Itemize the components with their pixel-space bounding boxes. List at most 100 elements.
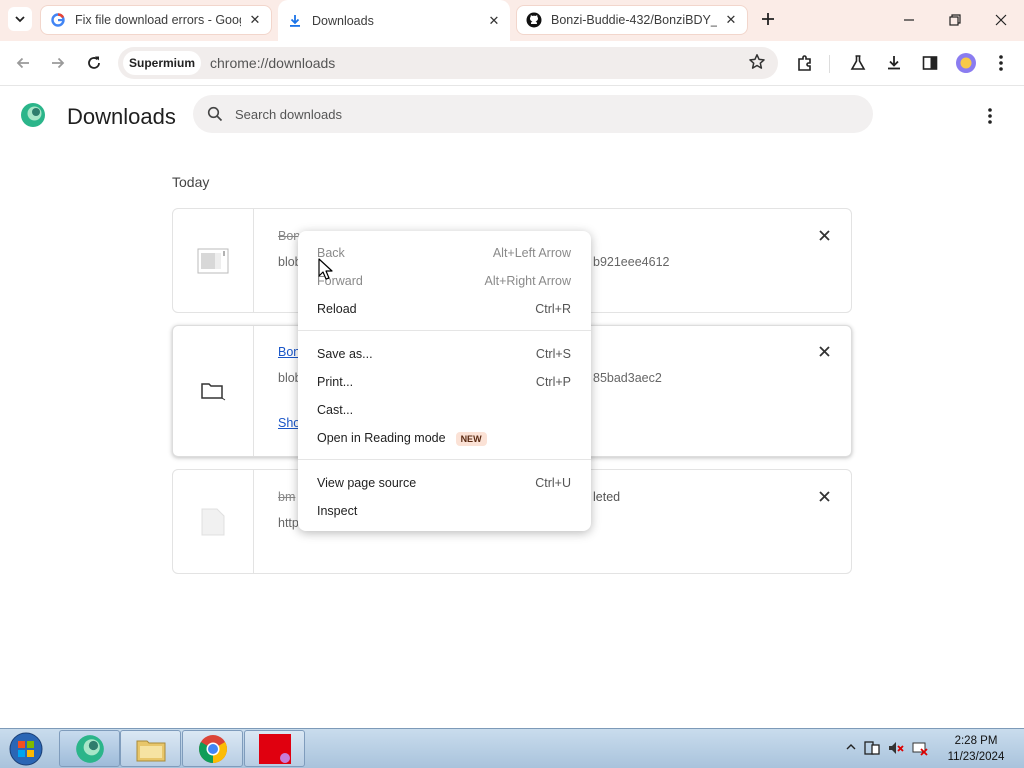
windows-taskbar: 2:28 PM 11/23/2024: [0, 728, 1024, 768]
plus-icon: [762, 13, 774, 25]
start-button[interactable]: [5, 731, 47, 767]
file-url-tail: 85bad3aec2: [593, 371, 662, 385]
close-tab-icon[interactable]: ✕: [247, 12, 263, 28]
menu-item-label: Cast...: [317, 403, 354, 417]
close-icon: [818, 490, 830, 502]
download-icon: [287, 13, 303, 29]
menu-item-shortcut: Ctrl+P: [535, 375, 571, 389]
remove-item-button[interactable]: [815, 226, 833, 244]
bookmark-star-icon[interactable]: [748, 53, 766, 76]
menu-item-forward[interactable]: Forward Alt+Right Arrow: [298, 267, 591, 295]
extensions-button[interactable]: [790, 48, 820, 78]
file-icon-column: [173, 209, 254, 312]
taskbar-app[interactable]: [244, 730, 305, 767]
menu-separator: [298, 459, 591, 460]
menu-item-view-source[interactable]: View page source Ctrl+U: [298, 469, 591, 497]
forward-button[interactable]: [43, 48, 73, 78]
context-menu: Back Alt+Left Arrow Forward Alt+Right Ar…: [298, 231, 591, 531]
taskbar-chrome[interactable]: [182, 730, 243, 767]
partial-file-icon: [197, 248, 229, 273]
folder-icon: [201, 383, 226, 401]
tab-search-button[interactable]: [8, 7, 32, 31]
kebab-menu-icon: [988, 108, 992, 124]
remove-item-button[interactable]: [815, 487, 833, 505]
close-window-button[interactable]: [978, 0, 1024, 40]
menu-item-cast[interactable]: Cast...: [298, 396, 591, 424]
close-tab-icon[interactable]: ✕: [486, 13, 502, 29]
side-panel-icon: [922, 56, 938, 70]
close-tab-icon[interactable]: ✕: [723, 12, 739, 28]
show-in-folder-link[interactable]: Sho: [278, 416, 300, 430]
tab-strip: Fix file download errors - Goog ✕ Downlo…: [0, 0, 1024, 41]
back-button[interactable]: [8, 48, 38, 78]
side-panel-button[interactable]: [915, 48, 945, 78]
search-downloads[interactable]: [193, 95, 873, 133]
taskbar-clock[interactable]: 2:28 PM 11/23/2024: [938, 733, 1014, 765]
menu-item-shortcut: Ctrl+S: [535, 347, 571, 361]
taskbar-explorer[interactable]: [120, 730, 181, 767]
file-icon-column: [173, 470, 254, 573]
minimize-button[interactable]: [886, 0, 932, 40]
browser-menu-button[interactable]: [986, 48, 1016, 78]
downloads-header: Downloads: [0, 86, 1024, 144]
windows-logo-icon: [9, 732, 43, 766]
menu-item-reload[interactable]: Reload Ctrl+R: [298, 295, 591, 323]
search-input[interactable]: [235, 106, 795, 122]
menu-item-label: Reload: [317, 302, 357, 316]
page-title: Downloads: [67, 104, 176, 129]
menu-item-back[interactable]: Back Alt+Left Arrow: [298, 239, 591, 267]
menu-item-label: Save as...: [317, 347, 373, 361]
file-name[interactable]: bm: [278, 490, 295, 504]
tab-github-repo[interactable]: Bonzi-Buddie-432/BonziBDY_3 ✕: [516, 5, 748, 35]
menu-item-save-as[interactable]: Save as... Ctrl+S: [298, 340, 591, 368]
arrow-right-icon: [52, 57, 65, 69]
menu-item-label: View page source: [317, 476, 417, 490]
restore-button[interactable]: [932, 0, 978, 40]
reload-icon: [88, 56, 100, 69]
show-hidden-icons-icon[interactable]: [845, 739, 857, 755]
tab-downloads[interactable]: Downloads ✕: [278, 0, 510, 41]
download-icon: [888, 56, 900, 70]
labs-button[interactable]: [843, 48, 873, 78]
site-chip[interactable]: Supermium: [123, 51, 202, 75]
folder-icon: [136, 740, 165, 761]
tab-title: Fix file download errors - Goog: [75, 13, 241, 27]
menu-item-shortcut: Ctrl+R: [535, 302, 571, 316]
address-bar[interactable]: Supermium chrome://downloads: [118, 47, 778, 79]
new-tab-button[interactable]: [757, 8, 779, 30]
emoji-avatar-icon: [960, 57, 972, 69]
search-icon: [207, 106, 223, 122]
url-text[interactable]: chrome://downloads: [210, 55, 335, 71]
supermium-logo-icon: [21, 103, 45, 127]
remove-item-button[interactable]: [815, 342, 833, 360]
reload-button[interactable]: [79, 48, 109, 78]
blank-file-icon: [201, 508, 225, 535]
tab-fix-download-errors[interactable]: Fix file download errors - Goog ✕: [40, 5, 272, 35]
downloads-button[interactable]: [879, 48, 909, 78]
arrow-left-icon: [16, 57, 29, 69]
browser-toolbar: Supermium chrome://downloads: [0, 41, 1024, 86]
minimize-icon: [904, 19, 914, 21]
menu-item-label: Print...: [317, 375, 354, 389]
network-error-icon[interactable]: [911, 739, 929, 757]
avatar: [956, 53, 976, 73]
kebab-menu-icon: [999, 55, 1003, 71]
downloads-menu-button[interactable]: [978, 104, 1002, 128]
red-app-icon: [258, 733, 291, 764]
file-name[interactable]: Bon: [278, 229, 300, 243]
restore-icon: [949, 14, 961, 26]
close-icon: [995, 14, 1007, 26]
menu-item-inspect[interactable]: Inspect: [298, 497, 591, 525]
taskbar-supermium[interactable]: [59, 730, 120, 767]
menu-item-label: Open in Reading mode: [317, 431, 446, 445]
profile-button[interactable]: [951, 48, 981, 78]
action-center-icon[interactable]: [863, 739, 881, 757]
menu-item-print[interactable]: Print... Ctrl+P: [298, 368, 591, 396]
menu-item-label: Inspect: [317, 504, 358, 518]
volume-muted-icon[interactable]: [887, 739, 905, 757]
menu-item-reading-mode[interactable]: Open in Reading mode NEW: [298, 424, 591, 452]
clock-date: 11/23/2024: [947, 751, 1005, 763]
flask-icon: [850, 55, 866, 70]
menu-item-shortcut: Alt+Left Arrow: [492, 246, 571, 260]
file-url: http: [278, 516, 299, 530]
